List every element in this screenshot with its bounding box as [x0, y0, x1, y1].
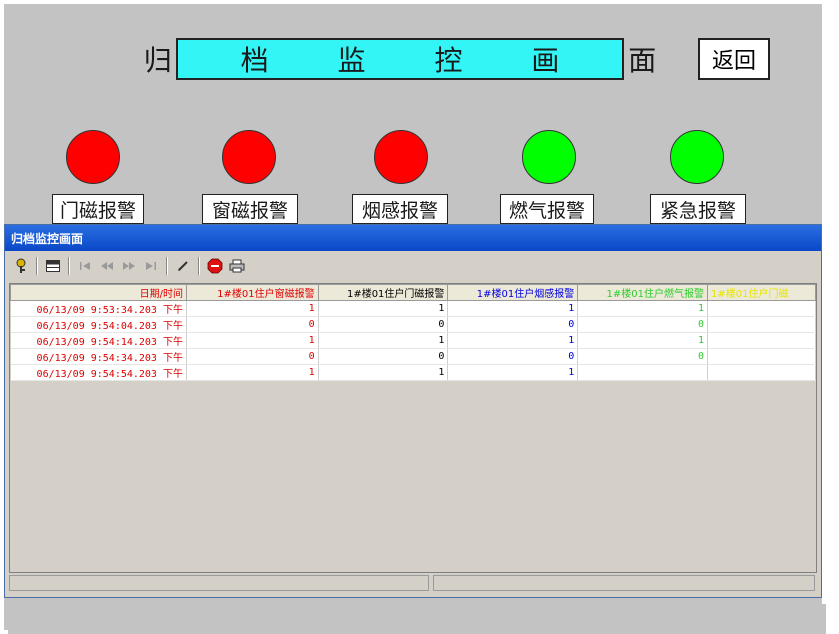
gas-alarm-label: 燃气报警	[500, 194, 594, 224]
cell-door: 0	[318, 316, 449, 333]
cell-extra	[707, 348, 816, 365]
cell-datetime: 06/13/09 9:54:54.203 下午	[10, 364, 187, 381]
toolbar	[5, 253, 821, 279]
bottom-strip	[8, 604, 826, 634]
window-title: 归档监控画面	[11, 231, 84, 246]
cell-door: 0	[318, 348, 449, 365]
archive-window: 归档监控画面 日期/时间 1#楼01住户窗磁报警 1#楼01住户门磁报警 1#楼…	[4, 224, 822, 598]
status-panel-right	[433, 575, 815, 591]
cell-datetime: 06/13/09 9:54:34.203 下午	[10, 348, 187, 365]
back-button[interactable]: 返回	[698, 38, 770, 80]
cell-datetime: 06/13/09 9:54:14.203 下午	[10, 332, 187, 349]
door-alarm-label: 门磁报警	[52, 194, 144, 224]
cell-window: 1	[186, 332, 319, 349]
col-header-smoke[interactable]: 1#楼01住户烟感报警	[447, 284, 579, 301]
col-header-door-extra[interactable]: 1#楼01住户门磁	[707, 284, 816, 301]
print-icon[interactable]	[227, 256, 247, 276]
col-header-datetime[interactable]: 日期/时间	[10, 284, 187, 301]
window-title-bar: 归档监控画面	[5, 225, 821, 251]
edit-icon[interactable]	[173, 256, 193, 276]
table-row[interactable]: 06/13/09 9:54:34.203 下午 0 0 0 0	[10, 348, 816, 365]
cell-gas: 1	[577, 332, 709, 349]
toolbar-separator	[166, 257, 168, 275]
emergency-alarm-lamp	[670, 130, 724, 184]
cell-datetime: 06/13/09 9:53:34.203 下午	[10, 300, 187, 317]
toolbar-separator	[36, 257, 38, 275]
cell-smoke: 0	[447, 316, 579, 333]
cell-gas: 1	[577, 300, 709, 317]
cell-window: 1	[186, 364, 319, 381]
smoke-alarm-label: 烟感报警	[352, 194, 448, 224]
status-panel-left	[9, 575, 429, 591]
archive-grid[interactable]: 日期/时间 1#楼01住户窗磁报警 1#楼01住户门磁报警 1#楼01住户烟感报…	[9, 283, 817, 573]
cell-door: 1	[318, 364, 449, 381]
gas-alarm-lamp	[522, 130, 576, 184]
cell-smoke: 1	[447, 364, 579, 381]
window-alarm-label: 窗磁报警	[202, 194, 298, 224]
cell-door: 1	[318, 300, 449, 317]
cell-smoke: 0	[447, 348, 579, 365]
key-icon[interactable]	[11, 256, 31, 276]
first-record-icon[interactable]	[75, 256, 95, 276]
cell-window: 0	[186, 316, 319, 333]
table-row[interactable]: 06/13/09 9:54:04.203 下午 0 0 0 0	[10, 316, 816, 333]
col-header-window[interactable]: 1#楼01住户窗磁报警	[185, 284, 319, 301]
cell-extra	[707, 332, 816, 349]
page-title-box: 归 档 监 控 画 面	[144, 38, 656, 80]
prev-record-icon[interactable]	[97, 256, 117, 276]
smoke-alarm-lamp	[374, 130, 428, 184]
cell-window: 1	[186, 300, 319, 317]
toolbar-separator	[68, 257, 70, 275]
table-row[interactable]: 06/13/09 9:54:54.203 下午 1 1 1	[10, 364, 816, 381]
stop-icon[interactable]	[205, 256, 225, 276]
grid-icon[interactable]	[43, 256, 63, 276]
last-record-icon[interactable]	[141, 256, 161, 276]
toolbar-separator	[198, 257, 200, 275]
col-header-gas[interactable]: 1#楼01住户燃气报警	[577, 284, 709, 301]
table-row[interactable]: 06/13/09 9:53:34.203 下午 1 1 1 1	[10, 300, 816, 317]
status-bar	[9, 575, 817, 593]
table-header-row: 日期/时间 1#楼01住户窗磁报警 1#楼01住户门磁报警 1#楼01住户烟感报…	[10, 284, 816, 301]
door-alarm-lamp	[66, 130, 120, 184]
emergency-alarm-label: 紧急报警	[650, 194, 746, 224]
cell-smoke: 1	[447, 332, 579, 349]
window-alarm-lamp	[222, 130, 276, 184]
cell-extra	[707, 316, 816, 333]
cell-window: 0	[186, 348, 319, 365]
cell-gas: 0	[577, 316, 709, 333]
cell-datetime: 06/13/09 9:54:04.203 下午	[10, 316, 187, 333]
next-record-icon[interactable]	[119, 256, 139, 276]
cell-smoke: 1	[447, 300, 579, 317]
page-title: 归 档 监 控 画 面	[143, 44, 687, 77]
archive-table: 日期/时间 1#楼01住户窗磁报警 1#楼01住户门磁报警 1#楼01住户烟感报…	[10, 284, 816, 381]
cell-extra	[707, 300, 816, 317]
table-row[interactable]: 06/13/09 9:54:14.203 下午 1 1 1 1	[10, 332, 816, 349]
cell-extra	[707, 364, 816, 381]
cell-gas	[577, 364, 709, 381]
col-header-door[interactable]: 1#楼01住户门磁报警	[317, 284, 449, 301]
cell-door: 1	[318, 332, 449, 349]
cell-gas: 0	[577, 348, 709, 365]
